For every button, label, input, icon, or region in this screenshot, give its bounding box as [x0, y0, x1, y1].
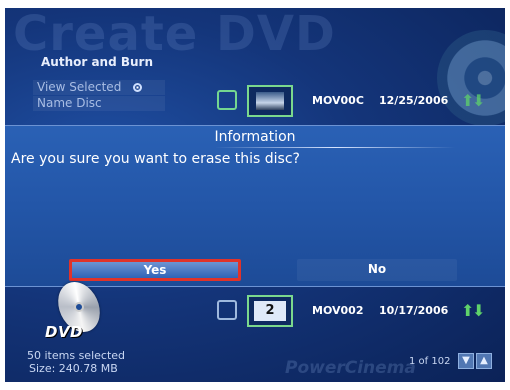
row-checkbox[interactable] — [217, 90, 237, 110]
powercinema-watermark: PowerCinema — [285, 358, 416, 378]
dvd-logo: DVD — [45, 323, 84, 341]
thumbnail-number: 2 — [254, 301, 286, 321]
list-item[interactable]: 2 MOV002 10/17/2006 ⬆ ⬇ — [217, 294, 505, 328]
information-dialog: Information Are you sure you want to era… — [5, 125, 505, 287]
dvd-disc-icon: DVD — [41, 275, 111, 345]
app-screen: Create DVD Author and Burn View Selected… — [5, 8, 505, 382]
reorder-arrows[interactable]: ⬆ ⬇ — [461, 90, 485, 112]
move-down-icon[interactable]: ⬇ — [472, 92, 485, 110]
yes-button[interactable]: Yes — [69, 259, 241, 281]
dialog-title-underline — [215, 147, 455, 148]
radio-selected-icon[interactable] — [133, 83, 143, 92]
thumbnail-image — [256, 92, 284, 110]
row-checkbox[interactable] — [217, 300, 237, 320]
menu-author-and-burn[interactable]: Author and Burn — [41, 55, 181, 69]
menu-view-selected-label: View Selected — [37, 80, 122, 94]
menu-name-disc[interactable]: Name Disc — [37, 96, 177, 110]
file-date: 12/25/2006 — [379, 94, 449, 107]
move-down-icon[interactable]: ⬇ — [472, 302, 485, 320]
file-name: MOV002 — [312, 304, 364, 317]
menu-view-selected[interactable]: View Selected — [37, 80, 177, 94]
background-title: Create DVD — [13, 8, 336, 62]
dialog-title: Information — [214, 129, 296, 145]
no-button[interactable]: No — [297, 259, 457, 281]
video-thumbnail[interactable] — [247, 85, 293, 117]
page-up-icon[interactable]: ▲ — [476, 353, 492, 369]
page-indicator: 1 of 102 — [409, 356, 451, 367]
page-down-icon[interactable]: ▼ — [458, 353, 474, 369]
video-thumbnail[interactable]: 2 — [247, 295, 293, 327]
reorder-arrows[interactable]: ⬆ ⬇ — [461, 300, 485, 322]
total-size: Size: 240.78 MB — [29, 362, 118, 375]
disc-hole — [74, 302, 84, 312]
file-date: 10/17/2006 — [379, 304, 449, 317]
dialog-message: Are you sure you want to erase this disc… — [11, 151, 300, 167]
file-name: MOV00C — [312, 94, 364, 107]
list-item[interactable]: MOV00C 12/25/2006 ⬆ ⬇ — [217, 84, 505, 118]
items-selected-count: 50 items selected — [27, 349, 126, 362]
